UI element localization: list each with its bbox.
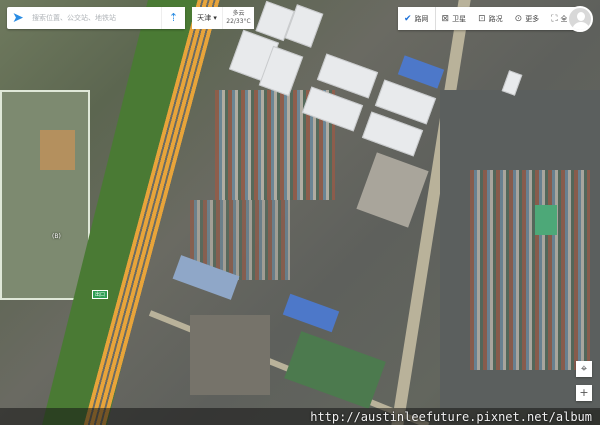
containers <box>470 170 590 370</box>
blue-roof <box>397 55 445 89</box>
satellite-map[interactable]: (B) 出口 <box>0 0 600 425</box>
court <box>40 130 75 170</box>
directions-icon: ⇡ <box>168 11 179 24</box>
zoom-in-button[interactable]: + <box>576 385 592 401</box>
city-selector[interactable]: 天津 ▾ <box>192 7 222 29</box>
logo-icon: ➤ <box>12 10 24 26</box>
road-badge: 出口 <box>92 290 109 299</box>
check-circle-icon: ✔ <box>404 13 412 24</box>
watermark: http://austinleefuture.pixnet.net/album <box>310 410 592 424</box>
tool-label: 卫星 <box>452 14 467 23</box>
toggle-road-network[interactable]: ✔ 路网 <box>398 7 436 30</box>
toggle-satellite[interactable]: ⊠ 卫星 <box>436 7 473 30</box>
bare-ground <box>190 315 270 395</box>
user-avatar[interactable] <box>567 6 593 32</box>
residential-block <box>0 90 90 300</box>
green-roof <box>535 205 557 235</box>
map-toolbar: ✔路网 ⊠卫星 ⊡路况 ⊙更多 ⛶全屏 <box>398 7 581 30</box>
satellite-icon: ⊠ <box>441 13 450 24</box>
more-icon: ⊙ <box>514 13 523 24</box>
more-button[interactable]: ⊙ 更多 <box>509 7 546 30</box>
directions-button[interactable]: ⇡ <box>161 7 185 29</box>
locate-button[interactable]: ⌖ <box>576 361 592 377</box>
plus-icon: + <box>579 386 589 399</box>
tool-label: 路网 <box>414 14 429 23</box>
weather-condition: 多云 <box>232 10 245 17</box>
map-label[interactable]: (B) <box>52 233 61 240</box>
weather-widget[interactable]: 多云 22/33°C <box>222 7 254 29</box>
tool-label: 路况 <box>488 14 503 23</box>
toggle-traffic[interactable]: ⊡ 路况 <box>472 7 509 30</box>
sports-field <box>284 331 386 409</box>
fullscreen-icon: ⛶ <box>551 13 558 24</box>
locate-icon: ⌖ <box>580 362 588 375</box>
blue-roof <box>282 293 340 333</box>
weather-temp: 22/33°C <box>226 18 251 25</box>
search-box[interactable]: ➤ 搜索位置、公交站、地铁站 ⌕ <box>7 7 185 29</box>
search-input[interactable]: 搜索位置、公交站、地铁站 <box>32 13 167 23</box>
tool-label: 更多 <box>525 14 540 23</box>
traffic-icon: ⊡ <box>478 13 486 24</box>
lot <box>356 152 429 228</box>
